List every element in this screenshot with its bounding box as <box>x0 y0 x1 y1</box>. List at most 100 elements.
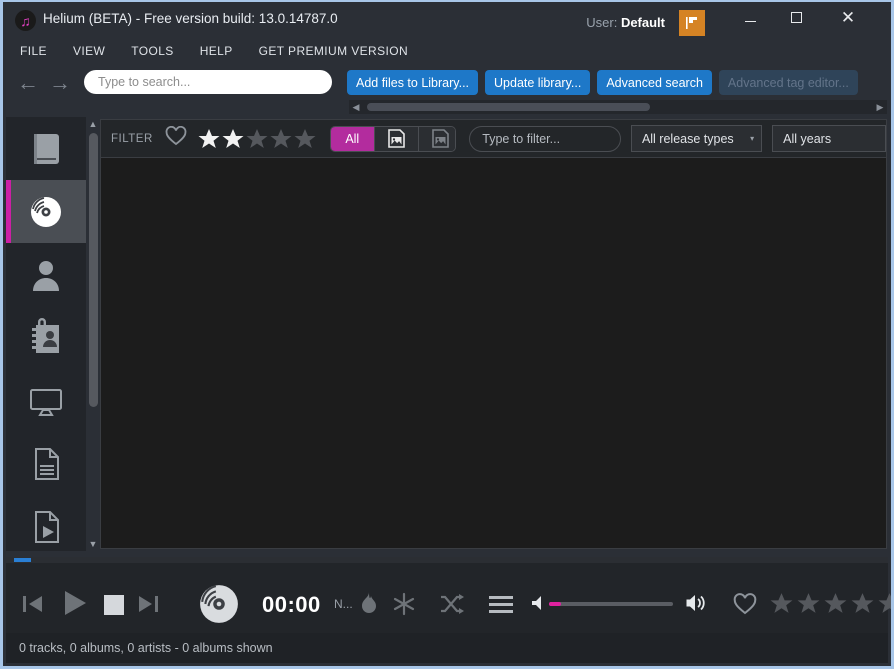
sidebar-item-albums[interactable] <box>6 180 86 243</box>
sidebar-item-videos[interactable] <box>6 495 86 558</box>
status-bar: 0 tracks, 0 albums, 0 artists - 0 albums… <box>6 633 888 663</box>
album-grid[interactable] <box>101 159 886 548</box>
filter-label: FILTER <box>111 132 153 145</box>
play-icon <box>65 591 86 615</box>
image-with-art-icon <box>387 129 405 148</box>
sidebar-item-documents[interactable] <box>6 432 86 495</box>
update-library-button[interactable]: Update library... <box>485 70 591 95</box>
filter-mode-all[interactable]: All <box>330 126 375 151</box>
maximize-icon <box>790 12 802 23</box>
sidebar-item-library[interactable] <box>6 117 86 180</box>
menu-get-premium-version[interactable]: GET PREMIUM VERSION <box>259 44 408 58</box>
star-icon[interactable] <box>245 127 269 151</box>
status-text: 0 tracks, 0 albums, 0 artists - 0 albums… <box>19 641 273 655</box>
book-icon <box>34 133 59 164</box>
toolbar-button-row: Add files to Library... Update library..… <box>347 70 858 95</box>
sidebar-scrollbar-thumb[interactable] <box>89 133 98 407</box>
star-icon[interactable] <box>269 127 293 151</box>
next-track-button[interactable] <box>133 590 163 618</box>
heart-outline-icon[interactable] <box>165 125 187 151</box>
crossfade-button[interactable] <box>391 591 417 617</box>
release-type-select[interactable]: All release types ▾ <box>630 125 763 152</box>
now-playing-art[interactable] <box>198 583 240 625</box>
star-icon[interactable] <box>877 591 894 616</box>
sidebar-item-display[interactable] <box>6 369 86 432</box>
star-icon[interactable] <box>293 127 317 151</box>
toolbar-horizontal-scrollbar[interactable]: ◀ ▶ <box>349 100 887 114</box>
scroll-left-icon[interactable]: ◀ <box>349 102 363 112</box>
close-icon: ✕ <box>840 8 856 27</box>
filter-mode-with-art[interactable] <box>374 126 419 151</box>
menu-file[interactable]: FILE <box>20 44 47 58</box>
disc-icon <box>31 196 61 227</box>
window-title: Helium (BETA) - Free version build: 13.0… <box>43 11 338 26</box>
release-type-value: All release types <box>641 131 734 146</box>
video-document-icon <box>35 510 59 543</box>
sidebar-item-artists[interactable] <box>6 243 86 306</box>
seek-progress-fill <box>14 558 31 562</box>
play-button[interactable] <box>59 587 91 619</box>
scrollbar-thumb[interactable] <box>367 103 650 111</box>
star-icon[interactable] <box>823 591 848 616</box>
sidebar-item-contacts[interactable] <box>6 306 86 369</box>
star-icon[interactable] <box>850 591 875 616</box>
person-icon <box>33 260 59 291</box>
monitor-icon <box>30 388 62 416</box>
shuffle-button[interactable] <box>439 592 465 616</box>
previous-track-icon <box>23 596 42 612</box>
minimize-button[interactable] <box>727 2 773 33</box>
arrow-right-icon[interactable]: → <box>49 72 71 94</box>
title-bar: ♫ Helium (BETA) - Free version build: 13… <box>3 2 891 38</box>
star-icon[interactable] <box>769 591 794 616</box>
filter-mode-without-art[interactable] <box>418 126 456 151</box>
maximize-button[interactable] <box>773 2 819 33</box>
shuffle-icon <box>441 594 464 614</box>
advanced-search-button[interactable]: Advanced search <box>597 70 712 95</box>
minimize-icon <box>744 20 756 22</box>
disc-icon <box>200 585 238 623</box>
flag-glyph <box>686 17 697 29</box>
menu-view[interactable]: VIEW <box>73 44 105 58</box>
filter-text-input[interactable]: Type to filter... <box>469 125 621 152</box>
flame-icon <box>362 592 376 613</box>
volume-mute-button[interactable] <box>530 595 546 611</box>
star-icon[interactable] <box>221 127 245 151</box>
user-value: Default <box>620 15 665 30</box>
heart-outline-icon <box>733 593 757 615</box>
volume-up-button[interactable] <box>685 593 709 613</box>
filter-rating-stars[interactable] <box>197 127 317 151</box>
previous-track-button[interactable] <box>19 590 49 618</box>
chevron-down-icon: ▾ <box>750 134 755 143</box>
arrow-left-icon[interactable]: ← <box>17 72 39 94</box>
volume-high-icon <box>686 595 705 611</box>
menu-bar: FILE VIEW TOOLS HELP GET PREMIUM VERSION <box>3 38 891 64</box>
scroll-right-icon[interactable]: ▶ <box>873 102 887 112</box>
hamburger-menu-icon <box>489 595 513 613</box>
content-panel: FILTER All Type to filter... All release… <box>100 119 887 549</box>
flag-icon[interactable] <box>679 10 705 36</box>
star-icon[interactable] <box>796 591 821 616</box>
stop-button[interactable] <box>101 592 127 618</box>
filter-mode-segmented-control: All <box>329 125 457 152</box>
search-input[interactable]: Type to search... <box>84 70 332 94</box>
burn-button[interactable] <box>357 591 381 617</box>
queue-button[interactable] <box>489 594 513 614</box>
year-select[interactable]: All years <box>772 125 886 152</box>
player-rating-stars[interactable] <box>769 591 894 616</box>
add-files-to-library-button[interactable]: Add files to Library... <box>347 70 479 95</box>
favorite-button[interactable] <box>733 593 757 615</box>
music-note-icon: ♫ <box>20 12 31 29</box>
star-icon[interactable] <box>197 127 221 151</box>
scroll-up-icon[interactable]: ▲ <box>86 117 100 131</box>
user-indicator: User: Default <box>586 15 665 30</box>
sidebar-vertical-scrollbar[interactable]: ▲ ▼ <box>86 117 100 551</box>
scroll-down-icon[interactable]: ▼ <box>86 537 100 551</box>
scrollbar-track[interactable] <box>363 100 873 114</box>
menu-tools[interactable]: TOOLS <box>131 44 173 58</box>
menu-help[interactable]: HELP <box>200 44 233 58</box>
close-button[interactable]: ✕ <box>825 2 871 33</box>
volume-slider[interactable] <box>549 602 673 606</box>
playback-time: 00:00 <box>262 592 321 617</box>
filter-bar: FILTER All Type to filter... All release… <box>101 120 886 158</box>
document-icon <box>35 447 59 480</box>
